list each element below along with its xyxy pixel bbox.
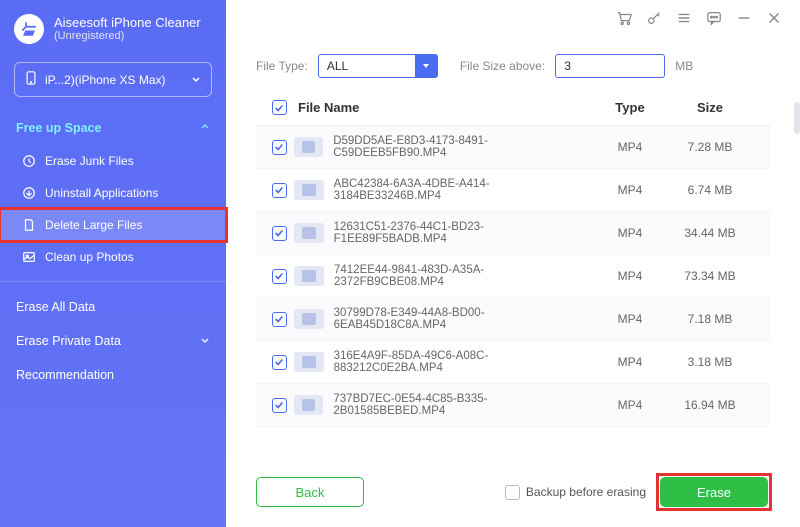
table-row[interactable]: 316E4A9F-85DA-49C6-A08C-883212C0E2BA.MP4… (256, 341, 770, 384)
file-type: MP4 (594, 355, 666, 369)
file-size: 73.34 MB (666, 269, 754, 283)
file-name: D59DD5AE-E8D3-4173-8491-C59DEEB5FB90.MP4 (333, 135, 594, 159)
video-thumb-icon (294, 137, 323, 157)
row-checkbox[interactable] (272, 398, 287, 413)
app-status: (Unregistered) (54, 30, 201, 42)
app-logo-icon (14, 14, 44, 44)
app-subtitle: Cleaner (155, 15, 201, 30)
scrollbar-thumb[interactable] (794, 102, 800, 134)
key-icon[interactable] (646, 10, 662, 26)
header-filename: File Name (294, 100, 594, 115)
file-icon (22, 218, 36, 232)
device-selector[interactable]: iP...2)(iPhone XS Max) (14, 62, 212, 97)
file-size: 7.28 MB (666, 140, 754, 154)
video-thumb-icon (294, 223, 324, 243)
main-panel: File Type: ALL File Size above: 3 MB Fil… (226, 0, 800, 527)
file-size: 16.94 MB (666, 398, 754, 412)
file-type: MP4 (594, 183, 666, 197)
file-type: MP4 (594, 269, 666, 283)
chevron-up-icon (200, 121, 210, 135)
file-name: 12631C51-2376-44C1-BD23-F1EE89F5BADB.MP4 (334, 221, 594, 245)
video-thumb-icon (294, 352, 324, 372)
file-type-select[interactable]: ALL (318, 54, 438, 78)
back-button[interactable]: Back (256, 477, 364, 507)
file-type-label: File Type: (256, 59, 308, 73)
row-checkbox[interactable] (272, 269, 287, 284)
table-body: D59DD5AE-E8D3-4173-8491-C59DEEB5FB90.MP4… (256, 126, 770, 461)
table-row[interactable]: ABC42384-6A3A-4DBE-A414-3184BE33246B.MP4… (256, 169, 770, 212)
sidebar-item-delete-large[interactable]: Delete Large Files (0, 209, 226, 241)
erase-button[interactable]: Erase (660, 477, 768, 507)
video-thumb-icon (294, 180, 324, 200)
table-row[interactable]: 30799D78-E349-44A8-BD00-6EAB45D18C8A.MP4… (256, 298, 770, 341)
table-row[interactable]: 737BD7EC-0E54-4C85-B335-2B01585BEBED.MP4… (256, 384, 770, 427)
cart-icon[interactable] (616, 10, 632, 26)
size-unit: MB (675, 59, 693, 73)
footer-bar: Back Backup before erasing Erase (226, 461, 800, 527)
file-size: 6.74 MB (666, 183, 754, 197)
device-label: iP...2)(iPhone XS Max) (45, 73, 166, 87)
backup-label: Backup before erasing (526, 485, 646, 499)
file-type: MP4 (594, 398, 666, 412)
table-row[interactable]: 12631C51-2376-44C1-BD23-F1EE89F5BADB.MP4… (256, 212, 770, 255)
file-size: 3.18 MB (666, 355, 754, 369)
sidebar-item-clean-photos[interactable]: Clean up Photos (0, 241, 226, 273)
file-type: MP4 (594, 226, 666, 240)
video-thumb-icon (294, 309, 324, 329)
filter-bar: File Type: ALL File Size above: 3 MB (226, 36, 800, 90)
row-checkbox[interactable] (272, 183, 287, 198)
table-row[interactable]: D59DD5AE-E8D3-4173-8491-C59DEEB5FB90.MP4… (256, 126, 770, 169)
uninstall-icon (22, 186, 36, 200)
chevron-down-icon (191, 73, 201, 87)
header-size: Size (666, 100, 754, 115)
photo-icon (22, 250, 36, 264)
minimize-icon[interactable] (736, 10, 752, 26)
row-checkbox[interactable] (272, 226, 287, 241)
file-name: ABC42384-6A3A-4DBE-A414-3184BE33246B.MP4 (334, 178, 594, 202)
file-type: MP4 (594, 312, 666, 326)
phone-icon (25, 71, 37, 88)
row-checkbox[interactable] (272, 355, 287, 370)
section-erase-all[interactable]: Erase All Data (0, 290, 226, 324)
backup-checkbox[interactable] (505, 485, 520, 500)
file-table: File Name Type Size D59DD5AE-E8D3-4173-8… (226, 90, 800, 461)
file-name: 7412EE44-9841-483D-A35A-2372FB9CBE08.MP4 (334, 264, 594, 288)
file-size-label: File Size above: (460, 59, 545, 73)
file-type: MP4 (594, 140, 666, 154)
chevron-down-icon (200, 334, 210, 348)
clock-icon (22, 154, 36, 168)
select-all-checkbox[interactable] (272, 100, 287, 115)
section-erase-private[interactable]: Erase Private Data (0, 324, 226, 358)
titlebar (226, 0, 800, 36)
table-header: File Name Type Size (256, 90, 770, 126)
section-recommendation[interactable]: Recommendation (0, 358, 226, 392)
sidebar-item-erase-junk[interactable]: Erase Junk Files (0, 145, 226, 177)
app-title: Aiseesoft iPhone (54, 15, 152, 30)
file-name: 737BD7EC-0E54-4C85-B335-2B01585BEBED.MP4 (333, 393, 594, 417)
file-size: 7.18 MB (666, 312, 754, 326)
file-size: 34.44 MB (666, 226, 754, 240)
video-thumb-icon (294, 266, 324, 286)
file-name: 30799D78-E349-44A8-BD00-6EAB45D18C8A.MP4 (334, 307, 594, 331)
sidebar: Aiseesoft iPhone Cleaner (Unregistered) … (0, 0, 226, 527)
sidebar-item-uninstall[interactable]: Uninstall Applications (0, 177, 226, 209)
close-icon[interactable] (766, 10, 782, 26)
video-thumb-icon (294, 395, 323, 415)
app-header: Aiseesoft iPhone Cleaner (Unregistered) (0, 0, 226, 54)
feedback-icon[interactable] (706, 10, 722, 26)
header-type: Type (594, 100, 666, 115)
table-row[interactable]: 7412EE44-9841-483D-A35A-2372FB9CBE08.MP4… (256, 255, 770, 298)
dropdown-icon (415, 55, 437, 77)
section-free-up-space[interactable]: Free up Space (0, 111, 226, 145)
row-checkbox[interactable] (272, 312, 287, 327)
row-checkbox[interactable] (272, 140, 287, 155)
file-size-input[interactable]: 3 (555, 54, 665, 78)
file-name: 316E4A9F-85DA-49C6-A08C-883212C0E2BA.MP4 (334, 350, 594, 374)
menu-icon[interactable] (676, 10, 692, 26)
